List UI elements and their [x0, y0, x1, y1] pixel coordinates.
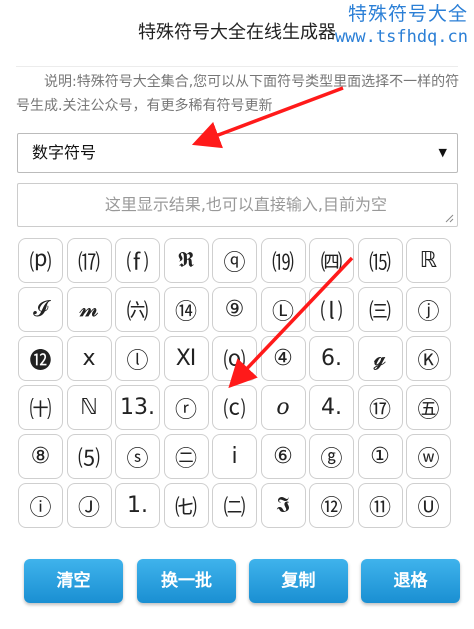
symbol-cell[interactable]: ⒫: [18, 238, 63, 283]
symbol-cell[interactable]: 13.: [115, 385, 160, 430]
symbol-cell[interactable]: ⅹ: [66, 336, 112, 381]
symbol-cell[interactable]: Ⅺ: [163, 336, 209, 381]
symbol-cell[interactable]: ⑫: [309, 483, 354, 528]
symbol-cell[interactable]: ⓦ: [406, 434, 451, 479]
symbol-cell[interactable]: ⒧: [309, 287, 354, 332]
symbol-cell[interactable]: ℕ: [66, 385, 112, 430]
symbol-cell[interactable]: ⑭: [163, 287, 209, 332]
symbol-cell[interactable]: ⓙ: [406, 287, 451, 332]
symbol-cell[interactable]: ⓡ: [163, 385, 209, 430]
symbol-cell[interactable]: 𝓰: [357, 336, 403, 381]
refresh-button[interactable]: 换一批: [137, 559, 236, 603]
symbol-cell[interactable]: ㈡: [212, 483, 257, 528]
symbol-cell[interactable]: ⒄: [66, 238, 112, 283]
symbol-cell[interactable]: Ⓤ: [406, 483, 451, 528]
symbol-cell[interactable]: ⓠ: [212, 238, 257, 283]
symbol-cell[interactable]: Ⓙ: [66, 483, 112, 528]
symbol-cell[interactable]: ℝ: [406, 238, 451, 283]
dropdown-arrow-icon: ▼: [438, 146, 447, 159]
symbol-cell[interactable]: 𝓘: [18, 287, 63, 332]
resize-grip-icon[interactable]: [444, 213, 454, 223]
action-buttons: 清空 换一批 复制 退格: [24, 559, 460, 603]
symbol-cell[interactable]: ㈣: [309, 238, 354, 283]
symbol-grid: ⒫ ⒄ ⒡ 𝕽ⓠ ⒆ ㈣ ⒂ ℝ 𝓘𝓶 ㈥ ⑭ ⑨ Ⓛ ⒧ ㈢ ⓙ ⓬ ⅹ ⓛ Ⅺ ⒪ ④ 6. 𝓰 Ⓚ ㈩ ℕ 13. ⓡ ⒞ 𝑜 4. ⑰ ㊄…: [18, 238, 459, 528]
symbol-cell[interactable]: ⑧: [18, 434, 63, 479]
copy-button[interactable]: 复制: [249, 559, 348, 603]
symbol-type-select[interactable]: 数字符号 ▼: [17, 133, 458, 173]
symbol-cell[interactable]: 𝓶: [66, 287, 112, 332]
watermark-title: 特殊符号大全: [347, 3, 468, 25]
symbol-cell[interactable]: ⓛ: [115, 336, 160, 381]
symbol-cell[interactable]: ㈢: [357, 287, 403, 332]
result-textarea[interactable]: 这里显示结果,也可以直接输入,目前为空: [17, 183, 458, 227]
symbol-cell[interactable]: ⑥: [260, 434, 306, 479]
symbol-cell[interactable]: ⓬: [18, 336, 63, 381]
symbol-cell[interactable]: ⒂: [357, 238, 403, 283]
symbol-cell[interactable]: 6.: [309, 336, 354, 381]
symbol-cell[interactable]: ⑰: [357, 385, 403, 430]
symbol-cell[interactable]: ①: [357, 434, 403, 479]
symbol-cell[interactable]: ⓖ: [309, 434, 354, 479]
symbol-cell[interactable]: ④: [260, 336, 306, 381]
clear-button[interactable]: 清空: [24, 559, 123, 603]
symbol-cell[interactable]: 𝕽: [163, 238, 209, 283]
symbol-cell[interactable]: ⓘ: [18, 483, 63, 528]
symbol-cell[interactable]: 1.: [115, 483, 160, 528]
backspace-button[interactable]: 退格: [361, 559, 460, 603]
symbol-cell[interactable]: ⒆: [260, 238, 306, 283]
symbol-cell[interactable]: 𝕴: [260, 483, 306, 528]
header-divider: [16, 66, 458, 67]
description-text: 说明:特殊符号大全集合,您可以从下面符号类型里面选择不一样的符号生成.关注公众号…: [16, 74, 460, 114]
symbol-cell[interactable]: ⒞: [212, 385, 257, 430]
symbol-cell[interactable]: ⒪: [212, 336, 257, 381]
symbol-cell[interactable]: 𝑜: [260, 385, 306, 430]
symbol-cell[interactable]: Ⓚ: [406, 336, 451, 381]
symbol-cell[interactable]: ㊁: [163, 434, 209, 479]
watermark-url: www.tsfhdq.cn: [334, 27, 468, 47]
symbol-cell[interactable]: ⑪: [357, 483, 403, 528]
watermark: 特殊符号大全 www.tsfhdq.cn: [335, 2, 468, 48]
symbol-cell[interactable]: ⓢ: [115, 434, 160, 479]
symbol-cell[interactable]: ⒡: [115, 238, 160, 283]
symbol-cell[interactable]: ㈦: [163, 483, 209, 528]
symbol-cell[interactable]: ⑨: [212, 287, 257, 332]
symbol-cell[interactable]: ㊄: [406, 385, 451, 430]
symbol-cell[interactable]: ⑸: [66, 434, 112, 479]
symbol-cell[interactable]: 4.: [309, 385, 354, 430]
symbol-cell[interactable]: Ⓛ: [260, 287, 306, 332]
result-placeholder: 这里显示结果,也可以直接输入,目前为空: [104, 195, 387, 214]
symbol-cell[interactable]: ㈩: [18, 385, 63, 430]
selected-type-label: 数字符号: [32, 143, 97, 162]
symbol-cell[interactable]: ⅰ: [212, 434, 257, 479]
symbol-cell[interactable]: ㈥: [115, 287, 160, 332]
